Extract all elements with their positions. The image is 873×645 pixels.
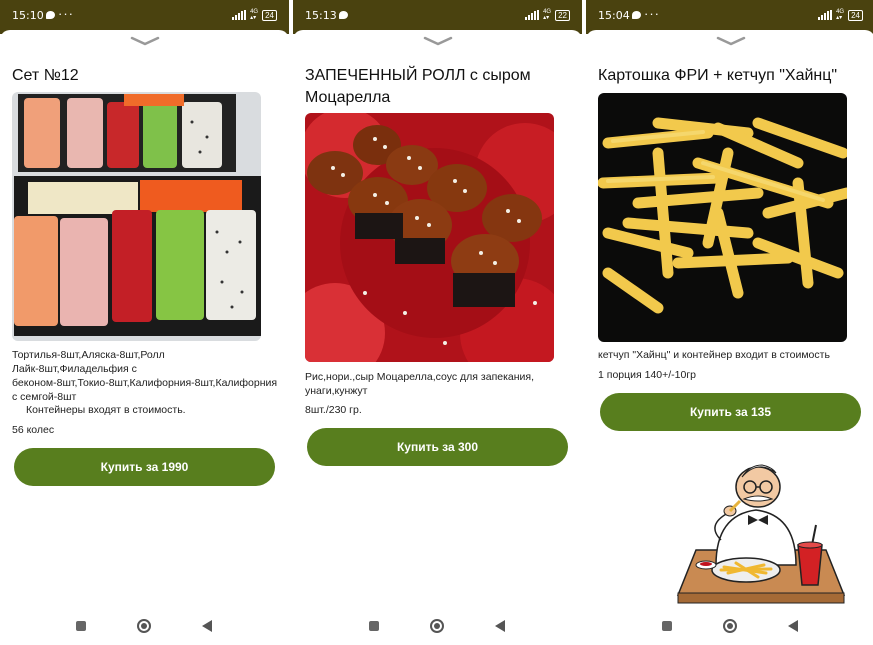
product-sheet: Сет №12 Тортилья-8шт,Аляска-8шт,Ролл Лай… bbox=[0, 30, 289, 610]
system-nav-bar bbox=[0, 609, 289, 645]
product-description: кетчуп "Хайнц" и контейнер входит в стои… bbox=[598, 349, 830, 361]
buy-button[interactable]: Купить за 300 bbox=[307, 428, 568, 466]
screen-baked-roll: 15:13 4G ▴▾ 22 ЗАПЕЧЕННЫЙ РОЛЛ с сыром Мо… bbox=[293, 0, 582, 645]
product-weight: 1 порция 140+/-10гр bbox=[598, 369, 697, 381]
status-bar: 15:10 ··· 4G ▴▾ 24 bbox=[0, 0, 289, 34]
nav-home-icon[interactable] bbox=[723, 619, 737, 633]
battery-icon: 22 bbox=[555, 9, 570, 21]
baked-roll-photo bbox=[305, 113, 554, 362]
nav-square-icon[interactable] bbox=[369, 621, 379, 631]
status-time: 15:13 bbox=[305, 9, 337, 22]
chef-eating-fries-illustration bbox=[676, 464, 846, 604]
nav-square-icon[interactable] bbox=[662, 621, 672, 631]
sushi-set-photo bbox=[12, 92, 261, 341]
battery-icon: 24 bbox=[848, 9, 863, 21]
product-title: Картошка ФРИ + кетчуп "Хайнц" bbox=[598, 67, 838, 84]
product-title: ЗАПЕЧЕННЫЙ РОЛЛ с сыром Моцарелла bbox=[305, 67, 531, 106]
battery-icon: 24 bbox=[262, 9, 277, 21]
product-title: Сет №12 bbox=[12, 67, 79, 84]
product-weight: 8шт./230 гр. bbox=[305, 404, 362, 416]
nav-back-icon[interactable] bbox=[202, 620, 212, 632]
nav-home-icon[interactable] bbox=[430, 619, 444, 633]
status-bar: 15:13 4G ▴▾ 22 bbox=[293, 0, 582, 34]
status-time: 15:04 bbox=[598, 9, 630, 22]
network-type-icon: 4G ▴▾ bbox=[836, 9, 845, 21]
status-time: 15:10 bbox=[12, 9, 44, 22]
system-nav-bar bbox=[293, 609, 582, 645]
chevron-down-icon[interactable] bbox=[716, 36, 746, 46]
signal-icon bbox=[525, 10, 540, 20]
chevron-down-icon[interactable] bbox=[130, 36, 160, 46]
nav-back-icon[interactable] bbox=[495, 620, 505, 632]
product-weight: 56 колес bbox=[12, 424, 55, 436]
message-icon bbox=[632, 11, 641, 19]
product-sheet: Картошка ФРИ + кетчуп "Хайнц" кетчуп "Ха… bbox=[586, 30, 873, 610]
product-note: Контейнеры входят в стоимость. bbox=[26, 404, 186, 416]
message-icon bbox=[46, 11, 55, 19]
buy-button[interactable]: Купить за 135 bbox=[600, 393, 861, 431]
product-sheet: ЗАПЕЧЕННЫЙ РОЛЛ с сыром Моцарелла Рис,но… bbox=[293, 30, 582, 610]
screen-sushi-set: 15:10 ··· 4G ▴▾ 24 Сет №12 Тортилья-8шт,… bbox=[0, 0, 289, 645]
french-fries-photo bbox=[598, 93, 847, 342]
nav-home-icon[interactable] bbox=[137, 619, 151, 633]
status-bar: 15:04 ··· 4G ▴▾ 24 bbox=[586, 0, 873, 34]
more-notifications-icon: ··· bbox=[644, 6, 660, 21]
signal-icon bbox=[818, 10, 833, 20]
signal-icon bbox=[232, 10, 247, 20]
chevron-down-icon[interactable] bbox=[423, 36, 453, 46]
nav-square-icon[interactable] bbox=[76, 621, 86, 631]
product-description: Рис,нори.,сыр Моцарелла,соус для запекан… bbox=[305, 371, 535, 397]
network-type-icon: 4G ▴▾ bbox=[543, 9, 552, 21]
more-notifications-icon: ··· bbox=[58, 6, 74, 21]
network-type-icon: 4G ▴▾ bbox=[250, 9, 259, 21]
product-description: Тортилья-8шт,Аляска-8шт,Ролл Лайк-8шт,Фи… bbox=[12, 349, 278, 403]
screen-french-fries: 15:04 ··· 4G ▴▾ 24 Картошка ФРИ + кетчуп … bbox=[586, 0, 873, 645]
message-icon bbox=[339, 11, 348, 19]
system-nav-bar bbox=[586, 609, 873, 645]
buy-button[interactable]: Купить за 1990 bbox=[14, 448, 275, 486]
nav-back-icon[interactable] bbox=[788, 620, 798, 632]
